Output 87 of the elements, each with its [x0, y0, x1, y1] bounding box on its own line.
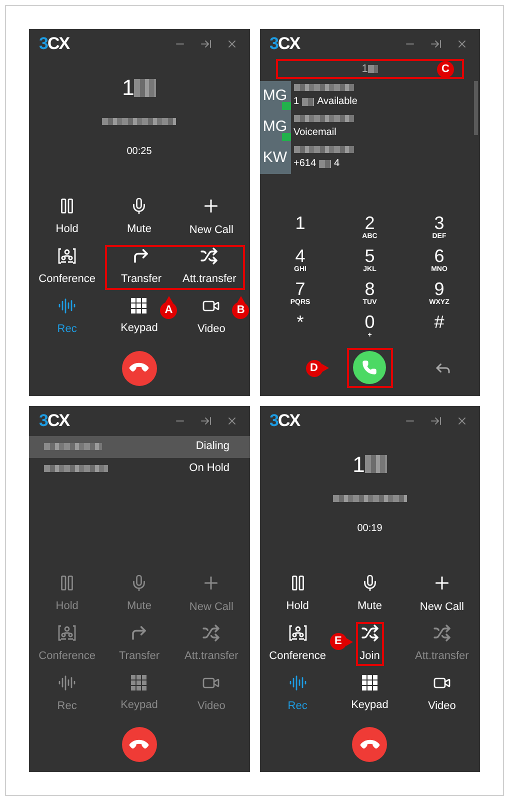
close-icon: [456, 414, 468, 426]
pixelated-redaction: [294, 115, 354, 122]
pixelated-redaction: [302, 98, 314, 106]
app-logo: 3CX: [270, 410, 300, 432]
shuffle-icon: [202, 624, 220, 642]
callout-marker: C: [437, 61, 454, 78]
close-button[interactable]: [456, 414, 468, 426]
pixelated-redaction: [319, 160, 332, 168]
dock-button[interactable]: [200, 38, 212, 50]
call-control-button[interactable]: Mute: [127, 197, 152, 238]
contact-detail: +614 4: [294, 157, 341, 171]
scrollbar[interactable]: [474, 81, 478, 135]
call-control-button[interactable]: Keypad: [351, 674, 388, 714]
dock-button[interactable]: [430, 414, 442, 426]
app-logo: 3CX: [39, 410, 70, 432]
hang-up-button[interactable]: [352, 727, 388, 762]
arrow-icon: [130, 624, 148, 642]
call-control-button[interactable]: New Call: [189, 196, 234, 239]
close-icon: [226, 414, 238, 426]
waveform-icon: [58, 297, 76, 316]
hang-up-button[interactable]: [122, 727, 157, 762]
dock-button[interactable]: [200, 414, 212, 426]
pixelated-redaction: [294, 146, 354, 153]
app-logo: 3CX: [270, 33, 300, 56]
call-control-button[interactable]: Rec: [57, 297, 77, 338]
number-field[interactable]: 1 C: [276, 59, 464, 79]
caller-number: 1: [122, 71, 156, 104]
pixelated-redaction: [364, 455, 387, 473]
dock-button[interactable]: [430, 38, 442, 50]
call-control-button[interactable]: Att.transfer: [175, 245, 246, 290]
people-icon: [58, 247, 76, 266]
call-control-button[interactable]: Conference: [269, 624, 326, 664]
contact-avatar: MG: [260, 112, 290, 143]
arrow-icon: [132, 247, 150, 266]
pixelated-redaction: [44, 443, 102, 450]
call-control-button[interactable]: Transfer: [105, 245, 176, 290]
call-status: On Hold: [189, 461, 230, 476]
call-control-button[interactable]: Conference: [38, 247, 96, 288]
call-control-button[interactable]: Hold: [56, 197, 78, 238]
grid-icon: [131, 298, 148, 314]
arrow-to-line-icon: [430, 414, 442, 426]
close-button[interactable]: [456, 38, 468, 50]
call-control-button[interactable]: Join: [356, 622, 384, 666]
call-control-button[interactable]: Hold: [286, 574, 309, 614]
call-status: Dialing: [196, 439, 230, 454]
shuffle-icon: [360, 624, 379, 642]
hang-up-button[interactable]: [122, 350, 157, 386]
pixelated-redaction: [368, 65, 378, 73]
call-control-button[interactable]: Mute: [358, 574, 382, 614]
close-button[interactable]: [226, 38, 238, 50]
arrow-to-line-icon: [200, 38, 212, 50]
contact-avatar: KW: [260, 143, 290, 174]
dial-key[interactable]: #: [404, 312, 474, 346]
call-control-button[interactable]: Video: [197, 297, 226, 338]
dial-key[interactable]: *: [266, 312, 335, 346]
call-control-button[interactable]: New Call: [420, 572, 464, 616]
call-row[interactable]: Dialing: [29, 436, 250, 458]
people-icon: [58, 624, 76, 642]
call-control-button[interactable]: Keypad: [120, 298, 158, 337]
grid-icon: [131, 674, 148, 691]
pixelated-redaction: [44, 465, 108, 472]
call-timer: 00:25: [126, 145, 152, 159]
waveform-icon: [58, 674, 76, 692]
dial-key[interactable]: 1: [266, 214, 335, 246]
shuffle-icon: [432, 624, 451, 642]
call-row[interactable]: On Hold: [29, 458, 250, 480]
contact-avatar: MG: [260, 81, 290, 112]
arrow-to-line-icon: [200, 414, 212, 426]
call-control-button[interactable]: Video: [428, 674, 456, 714]
arrow-to-line-icon: [430, 38, 442, 50]
pixelated-redaction: [134, 78, 156, 96]
contact-detail: Voicemail: [294, 126, 338, 140]
call-button[interactable]: [353, 351, 386, 384]
phone-icon: [362, 360, 378, 375]
pixelated-redaction: [294, 84, 354, 91]
shuffle-icon: [200, 247, 218, 266]
grid-icon: [362, 674, 378, 691]
waveform-icon: [288, 674, 307, 692]
call-control-button[interactable]: Rec: [288, 674, 308, 714]
call-timer: 00:19: [357, 522, 382, 536]
close-button[interactable]: [226, 414, 238, 426]
contact-detail: 1 Available: [294, 95, 358, 109]
close-icon: [226, 38, 238, 50]
close-icon: [456, 38, 468, 50]
app-logo: 3CX: [39, 33, 70, 56]
people-icon: [288, 624, 307, 642]
caller-number: 1: [352, 448, 387, 480]
